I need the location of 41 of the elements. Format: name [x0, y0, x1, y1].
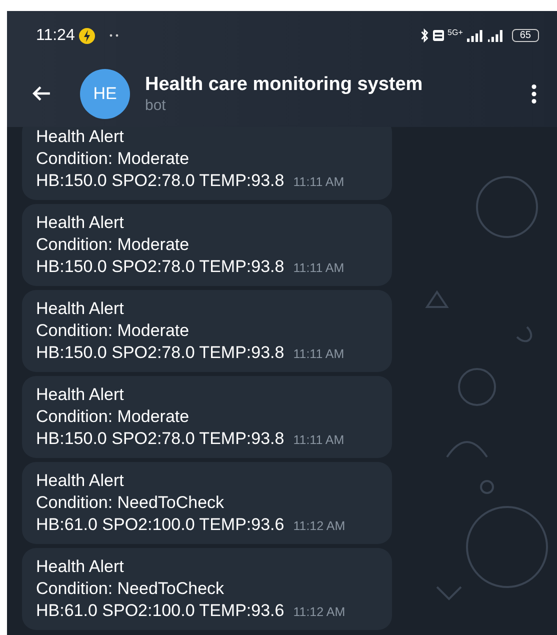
message-bubble[interactable]: Health Alert Condition: NeedToCheck HB:61.0 SPO2:100.0 TEMP:93.6 11:12 AM [22, 548, 392, 630]
message-text: HB:61.0 SPO2:100.0 TEMP:93.6 [36, 515, 284, 534]
message-bubble[interactable]: Health Alert Condition: Moderate HB:150.0 SPO2:78.0 TEMP:93.8 11:11 AM [22, 290, 392, 372]
message-text: HB:150.0 SPO2:78.0 TEMP:93.8 [36, 429, 284, 448]
lightning-icon [78, 28, 95, 44]
message-time: 11:12 AM [293, 519, 346, 533]
message-text: Condition: Moderate [36, 149, 190, 168]
message-text: HB:150.0 SPO2:78.0 TEMP:93.8 [36, 257, 284, 276]
signal-icon [466, 30, 484, 42]
message-bubble[interactable]: Health Alert Condition: NeedToCheck HB:61.0 SPO2:100.0 TEMP:93.6 11:12 AM [22, 462, 392, 544]
network-type: 5G+ [448, 28, 463, 37]
message-time: 11:11 AM [293, 261, 344, 275]
message-text: Health Alert [36, 385, 124, 404]
chat-subtitle: bot [145, 96, 167, 114]
message-bubble[interactable]: Health Alert Condition: Moderate HB:150.0 SPO2:78.0 TEMP:93.8 11:11 AM [22, 204, 392, 286]
message-text: Health Alert [36, 471, 124, 490]
chat-title: Health care monitoring system [145, 74, 424, 96]
message-time: 11:11 AM [293, 347, 344, 361]
clock-time: 11:24 [36, 26, 75, 44]
message-bubble[interactable]: Health Alert Condition: Moderate HB:150.0 SPO2:78.0 TEMP:93.8 11:11 AM [22, 376, 392, 458]
message-text: HB:150.0 SPO2:78.0 TEMP:93.8 [36, 171, 284, 190]
message-bubble[interactable]: Health Alert Condition: Moderate HB:150.0 SPO2:78.0 TEMP:93.8 11:11 AM [22, 127, 392, 200]
more-notifications-icon [108, 34, 119, 37]
message-text: Condition: Moderate [36, 407, 190, 426]
message-text: Health Alert [36, 557, 124, 576]
message-text: Health Alert [36, 299, 124, 318]
message-time: 11:12 AM [293, 605, 346, 619]
message-text: Condition: Moderate [36, 235, 190, 254]
message-text: Health Alert [36, 127, 124, 146]
bluetooth-icon [420, 28, 429, 43]
message-text: HB:61.0 SPO2:100.0 TEMP:93.6 [36, 601, 284, 620]
message-text: Health Alert [36, 213, 124, 232]
message-text: Condition: NeedToCheck [36, 493, 224, 512]
message-text: Condition: NeedToCheck [36, 579, 224, 598]
message-text: Condition: Moderate [36, 321, 190, 340]
message-text: HB:150.0 SPO2:78.0 TEMP:93.8 [36, 343, 284, 362]
signal-icon [488, 30, 505, 42]
message-time: 11:11 AM [293, 175, 344, 189]
message-time: 11:11 AM [293, 433, 344, 447]
battery-level: 65 [512, 29, 539, 42]
menu-icon[interactable] [531, 84, 537, 104]
